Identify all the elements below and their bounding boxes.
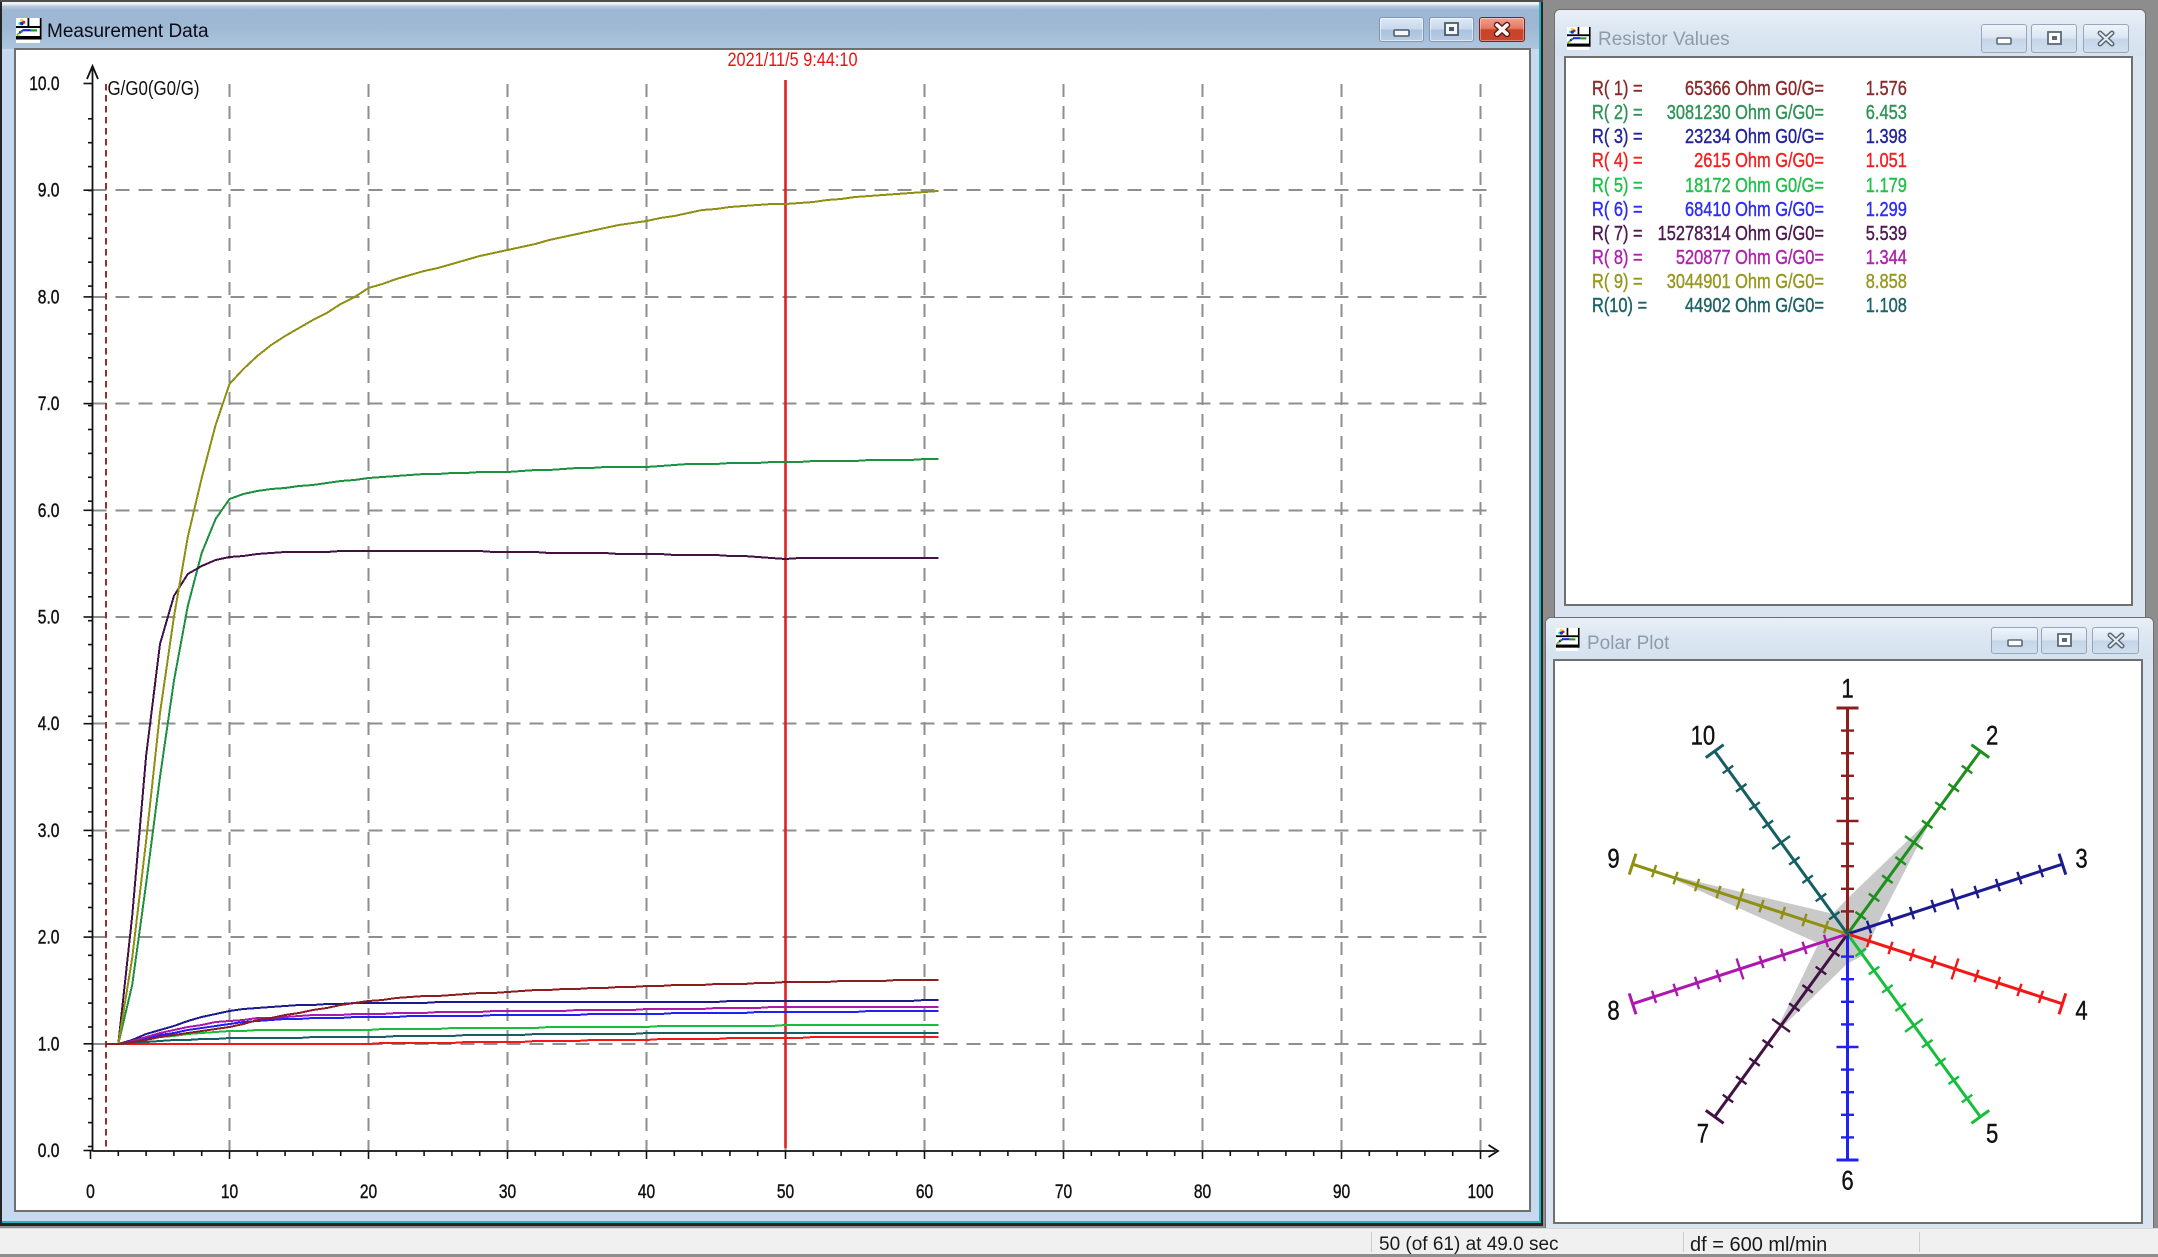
svg-text:0: 0 [86, 1182, 95, 1203]
svg-text:4: 4 [2075, 996, 2087, 1026]
svg-text:3: 3 [2075, 844, 2087, 874]
svg-text:1.0: 1.0 [37, 1034, 59, 1055]
svg-text:80: 80 [1193, 1182, 1210, 1203]
svg-text:5: 5 [1986, 1119, 1998, 1149]
svg-text:3.0: 3.0 [37, 821, 59, 842]
svg-text:50: 50 [776, 1182, 793, 1203]
svg-text:90: 90 [1332, 1182, 1349, 1203]
svg-text:10: 10 [1691, 721, 1716, 751]
svg-text:7.0: 7.0 [37, 394, 59, 415]
svg-text:G/G0(G0/G): G/G0(G0/G) [107, 78, 199, 100]
svg-text:6: 6 [1841, 1166, 1853, 1196]
svg-text:2021/11/5 9:44:10: 2021/11/5 9:44:10 [727, 50, 857, 71]
svg-text:20: 20 [359, 1182, 376, 1203]
svg-text:4.0: 4.0 [37, 714, 59, 735]
svg-text:2.0: 2.0 [37, 928, 59, 949]
svg-text:40: 40 [637, 1182, 654, 1203]
svg-text:70: 70 [1054, 1182, 1071, 1203]
svg-text:5.0: 5.0 [37, 608, 59, 629]
svg-text:60: 60 [915, 1182, 932, 1203]
svg-text:2: 2 [1986, 721, 1998, 751]
svg-text:7: 7 [1697, 1119, 1709, 1149]
svg-text:9.0: 9.0 [37, 181, 59, 202]
svg-text:1: 1 [1841, 674, 1853, 704]
svg-text:30: 30 [498, 1182, 515, 1203]
svg-text:8.0: 8.0 [37, 287, 59, 308]
svg-text:8: 8 [1607, 996, 1619, 1026]
svg-text:10.0: 10.0 [29, 74, 59, 95]
svg-text:9: 9 [1607, 844, 1619, 874]
svg-text:10: 10 [220, 1182, 237, 1203]
svg-text:0.0: 0.0 [37, 1141, 59, 1162]
svg-text:100: 100 [1467, 1182, 1493, 1203]
svg-text:6.0: 6.0 [37, 501, 59, 522]
